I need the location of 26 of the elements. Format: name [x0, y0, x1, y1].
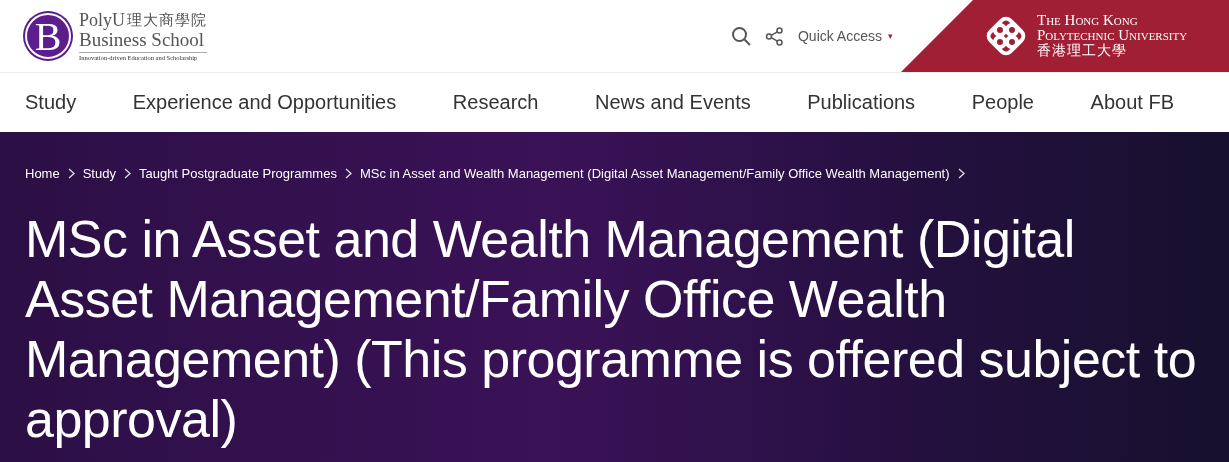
breadcrumb-link[interactable]: Home	[25, 166, 60, 181]
quick-access-dropdown[interactable]: Quick Access ▾	[797, 28, 893, 44]
university-name: Polytechnic University	[1037, 28, 1188, 43]
breadcrumb-link[interactable]: Study	[82, 166, 116, 181]
page-title: MSc in Asset and Wealth Management (Digital Asset Management/Family Office Wealth Management) (This programme is offered subject to approval)	[25, 209, 1198, 449]
breadcrumb-link[interactable]: Taught Postgraduate Programmes	[138, 166, 337, 181]
nav-link[interactable]: People	[971, 91, 1034, 114]
nav-link[interactable]: News and Events	[595, 91, 751, 114]
logo-title: PolyU	[79, 11, 125, 30]
chevron-right-icon	[957, 168, 965, 179]
chevron-right-icon	[123, 168, 131, 179]
university-name: The Hong Kong	[1037, 13, 1139, 28]
share-icon[interactable]	[764, 26, 784, 46]
nav-link[interactable]: Experience and Opportunities	[132, 91, 397, 114]
school-logo-icon[interactable]: B	[25, 13, 71, 59]
university-chinese-name: 香港理工大學	[1037, 43, 1128, 59]
nav-link[interactable]: About FB	[1090, 91, 1174, 114]
breadcrumb-link[interactable]: MSc in Asset and Wealth Management (Digital Asset Management/Family Office Wealth Management)	[359, 166, 950, 181]
chevron-right-icon	[344, 168, 352, 179]
nav-link[interactable]: Publications	[807, 91, 916, 114]
logo-subtitle: Business School	[79, 30, 207, 53]
nav-link[interactable]: Research	[452, 91, 539, 114]
chevron-right-icon	[67, 168, 75, 179]
search-icon[interactable]	[730, 26, 751, 46]
logo-chinese-title: 理大商學院	[127, 11, 207, 30]
nav-link[interactable]: Study	[25, 91, 77, 114]
